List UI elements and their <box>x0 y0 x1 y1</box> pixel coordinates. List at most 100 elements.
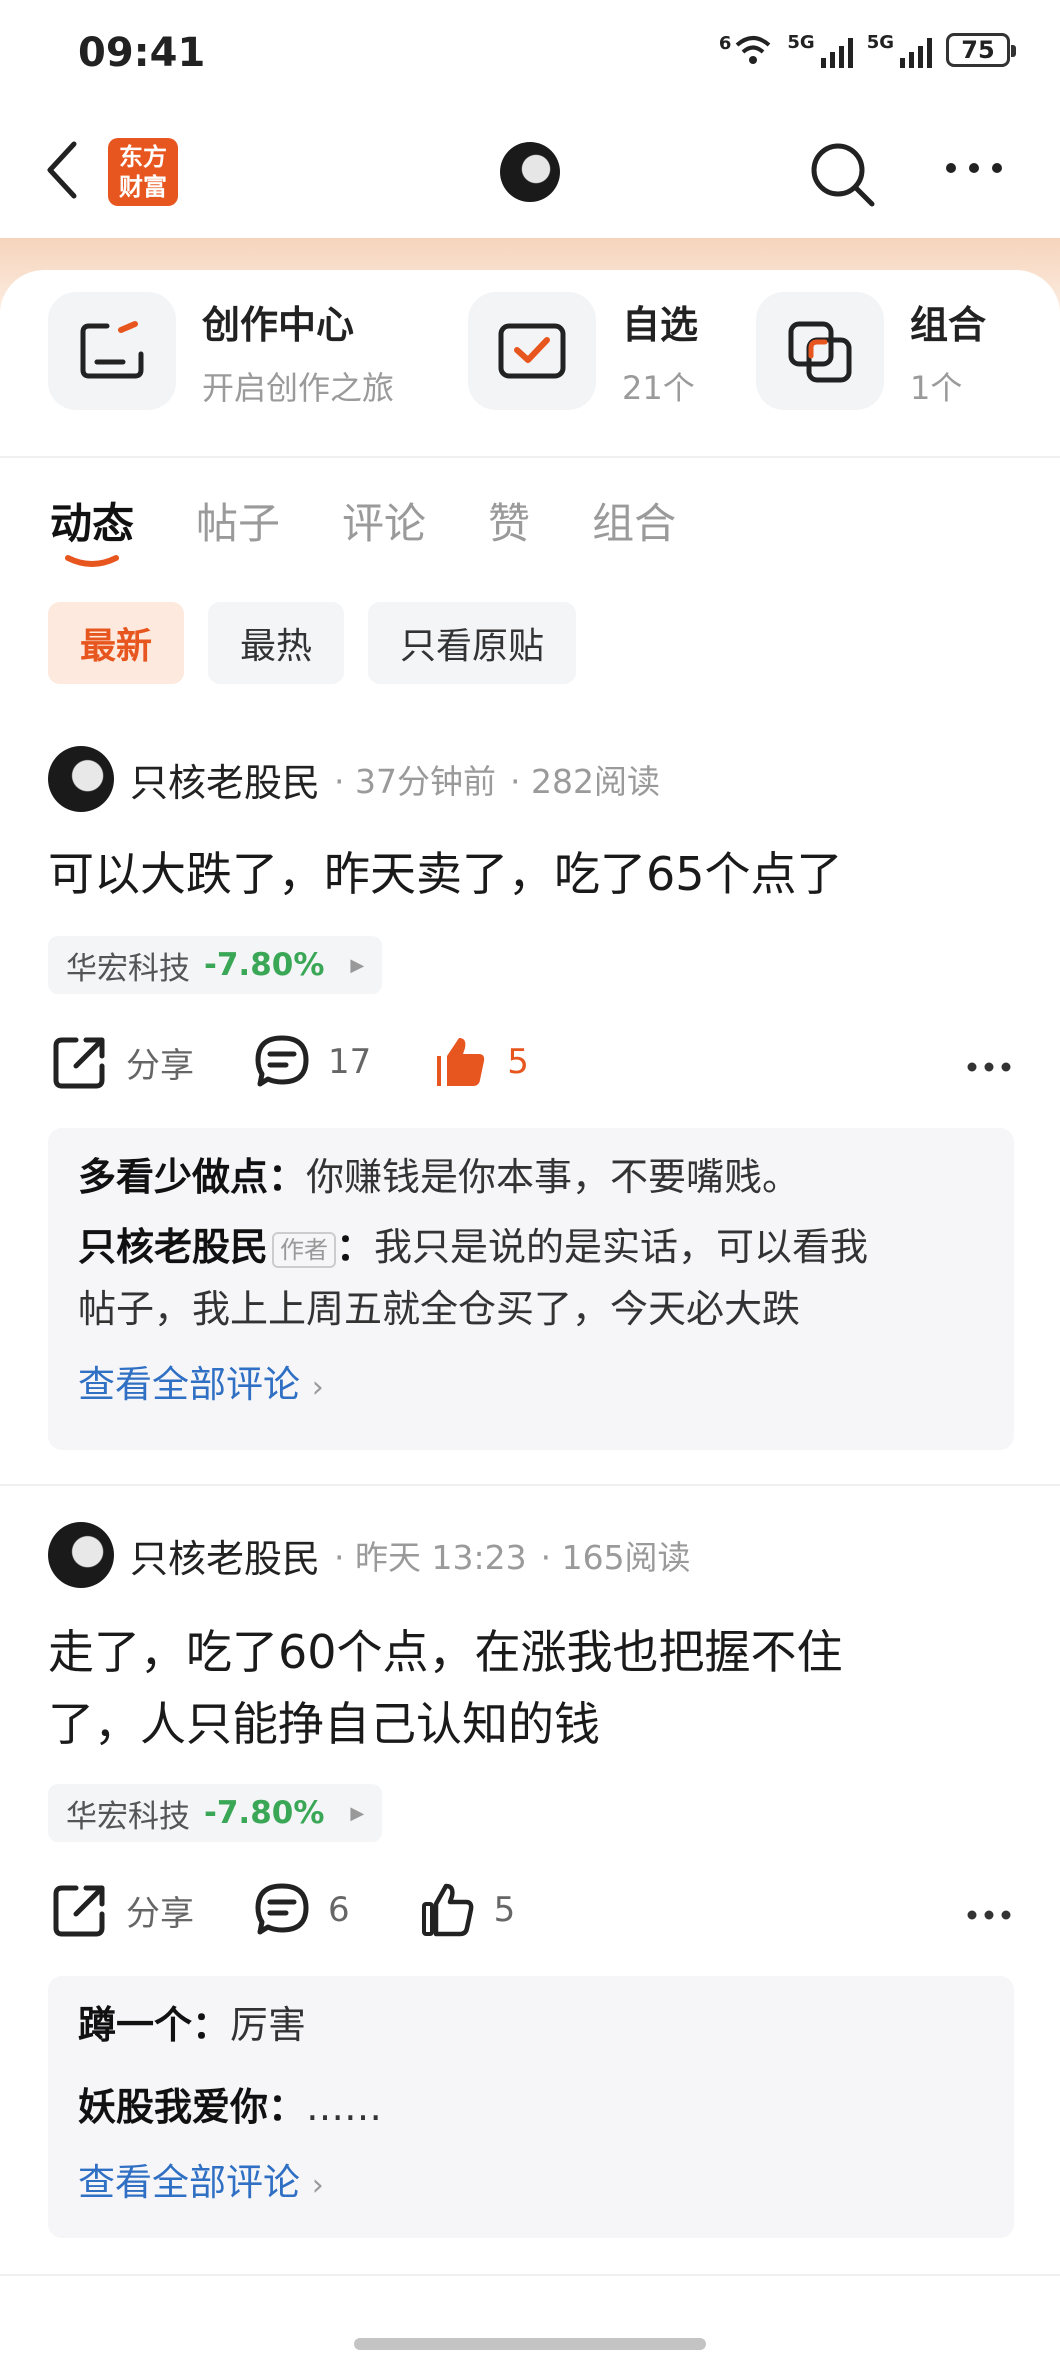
comment-author[interactable]: 妖股我爱你 <box>78 2085 268 2129</box>
post-actions: 分享 6 5 <box>52 1882 1012 1938</box>
post-username[interactable]: 只核老股民 <box>130 752 320 807</box>
post-header: 只核老股民 · 昨天 13:23 · 165阅读 <box>48 1522 691 1588</box>
comment-item: 妖股我爱你：…… <box>48 2076 1014 2138</box>
portfolio-icon <box>756 292 884 410</box>
post-text[interactable]: 走了，吃了60个点，在涨我也把握不住 了，人只能挣自己认知的钱 <box>48 1616 1008 1760</box>
logo-text-1: 东方 <box>119 143 167 171</box>
quick-link-creation[interactable]: 创作中心 开启创作之旅 <box>48 292 394 410</box>
tab-underline-indicator <box>65 555 119 567</box>
network-label-5g-2: 5G <box>866 32 894 53</box>
comment-count: 17 <box>328 1042 372 1082</box>
comment-author[interactable]: 只核老股民 <box>78 1225 268 1269</box>
quick-link-portfolio[interactable]: 组合 1个 <box>756 292 986 410</box>
app-logo[interactable]: 东方 财富 <box>108 138 178 206</box>
filter-hot[interactable]: 最热 <box>208 602 345 684</box>
quick-link-subtitle: 1个 <box>910 368 963 407</box>
quick-link-subtitle: 开启创作之旅 <box>202 368 395 407</box>
wifi-icon: 6 <box>719 33 774 67</box>
quick-link-title: 创作中心 <box>202 302 355 347</box>
filter-original-only[interactable]: 只看原贴 <box>368 602 577 684</box>
post-text-line: 走了，吃了60个点，在涨我也把握不住 <box>48 1625 843 1679</box>
comments-preview[interactable]: 蹲一个：厉害 妖股我爱你：…… 查看全部评论 › <box>48 1976 1014 2238</box>
more-icon <box>946 163 1002 173</box>
divider <box>0 1484 1060 1486</box>
post-username[interactable]: 只核老股民 <box>130 1528 320 1583</box>
comment-sep: ： <box>192 2003 231 2047</box>
share-button[interactable]: 分享 <box>52 1882 194 1938</box>
post-time: · 37分钟前 <box>334 762 496 801</box>
comment-icon <box>255 1035 309 1087</box>
more-button[interactable] <box>944 160 1004 179</box>
status-icons: 6 5G 5G 75 <box>719 32 1016 68</box>
signal-icon-2: 5G <box>867 32 932 68</box>
filter-chips: 最新 最热 只看原贴 <box>48 602 577 684</box>
comment-button[interactable]: 6 <box>254 1882 350 1938</box>
share-button[interactable]: 分享 <box>52 1034 194 1090</box>
filter-latest[interactable]: 最新 <box>48 602 185 684</box>
stock-name: 华宏科技 <box>66 950 190 987</box>
avatar[interactable] <box>48 1522 114 1588</box>
comment-sep: ： <box>268 1155 307 1199</box>
comment-author[interactable]: 蹲一个 <box>78 2003 192 2047</box>
quick-link-title: 组合 <box>910 302 987 347</box>
comment-sep: ： <box>268 2085 307 2129</box>
comment-author[interactable]: 多看少做点 <box>78 1155 268 1199</box>
tab-comments[interactable]: 评论 <box>342 490 426 551</box>
comments-preview[interactable]: 多看少做点：你赚钱是你本事，不要嘴贱。 只核老股民 作者 ：我只是说的是实话，可以看… <box>48 1128 1014 1450</box>
home-indicator[interactable] <box>354 2338 706 2350</box>
stock-name: 华宏科技 <box>66 1798 190 1835</box>
post-reads: · 282阅读 <box>510 762 660 801</box>
caret-right-icon: ▶ <box>350 1802 365 1824</box>
tab-posts[interactable]: 帖子 <box>196 490 280 551</box>
thumbs-up-filled-icon <box>437 1038 485 1086</box>
signal-icon-1: 5G <box>787 32 853 68</box>
stock-tag[interactable]: 华宏科技 -7.80% ▶ <box>48 1784 383 1842</box>
battery-icon: 75 <box>946 33 1016 67</box>
like-count: 5 <box>507 1042 529 1082</box>
stock-change: -7.80% <box>204 947 325 983</box>
post-text[interactable]: 可以大跌了，昨天卖了，吃了65个点了 <box>48 838 1008 910</box>
search-icon <box>811 143 875 207</box>
post-more-button[interactable] <box>966 1042 1012 1082</box>
profile-avatar[interactable] <box>500 142 560 202</box>
quick-link-watchlist[interactable]: 自选 21个 <box>468 292 698 410</box>
tab-dynamic[interactable]: 动态 <box>50 490 134 551</box>
comment-text: 你赚钱是你本事，不要嘴贱。 <box>306 1155 801 1199</box>
comment-item: 只核老股民 作者 ：我只是说的是实话，可以看我 帖子，我上上周五就全仓买了，今天必大跌 <box>48 1216 1014 1340</box>
comment-sep: ： <box>336 1225 375 1269</box>
more-icon <box>967 1062 1011 1072</box>
avatar[interactable] <box>48 746 114 812</box>
view-all-comments-link[interactable]: 查看全部评论 › <box>48 1354 1014 1408</box>
stock-tag[interactable]: 华宏科技 -7.80% ▶ <box>48 936 383 994</box>
post-text-line: 了，人只能挣自己认知的钱 <box>48 1697 600 1751</box>
status-time: 09:41 <box>78 30 206 76</box>
comment-text: 我只是说的是实话，可以看我 <box>374 1225 869 1269</box>
share-icon <box>53 1037 105 1089</box>
like-button[interactable]: 5 <box>420 1882 515 1938</box>
tab-likes[interactable]: 赞 <box>488 490 530 551</box>
more-icon <box>967 1910 1011 1920</box>
share-label: 分享 <box>126 1893 194 1934</box>
post-more-button[interactable] <box>966 1890 1012 1930</box>
chevron-right-icon: › <box>311 1370 324 1405</box>
thumbs-up-icon <box>421 1883 474 1937</box>
like-button[interactable]: 5 <box>433 1034 529 1090</box>
comment-button[interactable]: 17 <box>254 1034 371 1090</box>
comment-item: 多看少做点：你赚钱是你本事，不要嘴贱。 <box>48 1146 1014 1208</box>
search-button[interactable] <box>808 140 878 214</box>
logo-text-2: 财富 <box>119 173 167 201</box>
battery-level: 75 <box>961 36 995 64</box>
comment-count: 6 <box>328 1890 350 1930</box>
divider <box>0 456 1060 458</box>
view-all-comments-link[interactable]: 查看全部评论 › <box>48 2152 1014 2206</box>
stock-change: -7.80% <box>204 1795 325 1831</box>
chevron-left-icon <box>47 141 77 199</box>
caret-right-icon: ▶ <box>350 954 365 976</box>
quick-link-title: 自选 <box>622 302 699 347</box>
share-label: 分享 <box>126 1045 194 1086</box>
post-header: 只核老股民 · 37分钟前 · 282阅读 <box>48 746 660 812</box>
back-button[interactable] <box>42 140 82 204</box>
tab-portfolio[interactable]: 组合 <box>592 490 676 551</box>
post-time: · 昨天 13:23 <box>334 1538 527 1577</box>
network-label-5g-1: 5G <box>787 32 815 53</box>
